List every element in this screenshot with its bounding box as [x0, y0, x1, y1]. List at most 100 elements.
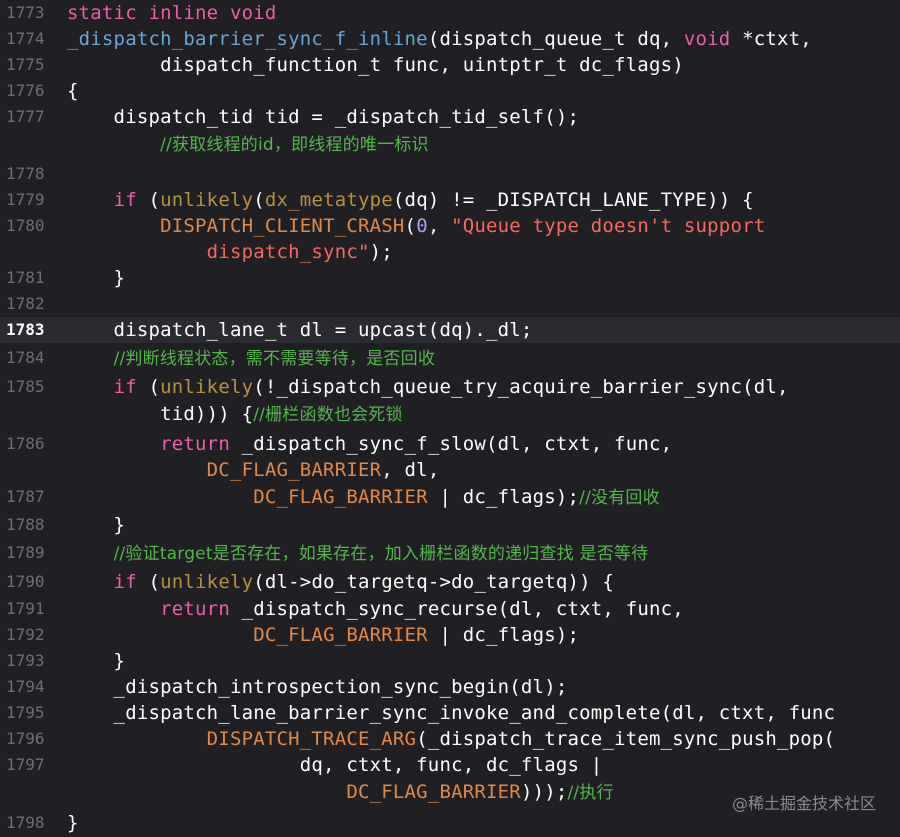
code-token: unlikely [160, 189, 254, 211]
code-line-1781[interactable]: 1781 } [0, 265, 900, 291]
code-line-1797[interactable]: 1797 dq, ctxt, func, dc_flags | [0, 752, 900, 778]
code-line-1774[interactable]: 1774 _dispatch_barrier_sync_f_inline(disp… [0, 26, 900, 52]
line-code: } [67, 513, 125, 537]
code-token: | dc_flags); [427, 624, 580, 646]
code-line-1785[interactable]: 1785 if (unlikely(!_dispatch_queue_try_a… [0, 374, 900, 400]
line-number: 1782 [6, 294, 45, 313]
code-line-1792[interactable]: 1792 DC_FLAG_BARRIER | dc_flags); [0, 622, 900, 648]
line-code: //验证target是否存在，如果存在，加入栅栏函数的递归查找 是否等待 [67, 541, 649, 566]
code-line-1777[interactable]: 1777 dispatch_tid tid = _dispatch_tid_se… [0, 104, 900, 130]
line-number: 1797 [6, 755, 45, 774]
code-line-1784[interactable]: 1784 //判断线程状态，需不需要等待，是否回收 [0, 345, 900, 371]
code-line-1783[interactable]: 1783 dispatch_lane_t dl = upcast(dq)._dl… [0, 317, 900, 343]
line-code: //获取线程的id，即线程的唯一标识 [67, 132, 429, 157]
line-code: DISPATCH_CLIENT_CRASH(0, "Queue type doe… [67, 214, 765, 238]
line-number: 1794 [6, 677, 45, 696]
code-token: _dispatch_sync_recurse(dl, ctxt, func, [229, 598, 684, 620]
code-line-1782[interactable]: 1782 [0, 291, 900, 317]
code-token: void [683, 28, 731, 50]
code-comment: //验证target是否存在，如果存在，加入栅栏函数的递归查找 是否等待 [113, 544, 649, 564]
code-token: DISPATCH_TRACE_ARG [206, 728, 417, 750]
line-number: 1781 [6, 268, 45, 287]
code-comment: //获取线程的id，即线程的唯一标识 [160, 135, 429, 155]
line-code: { [67, 79, 79, 103]
code-line-continuation[interactable]: tid))) {//栅栏函数也会死锁 [0, 401, 900, 427]
line-number: 1796 [6, 729, 45, 748]
line-number: 1773 [6, 3, 45, 22]
line-code: if (unlikely(dl->do_targetq->do_targetq)… [67, 570, 614, 594]
code-token: ))); [520, 781, 568, 803]
code-line-1779[interactable]: 1779 if (unlikely(dx_metatype(dq) != _DI… [0, 187, 900, 213]
line-number: 1787 [6, 487, 45, 506]
code-line-1773[interactable]: 1773 static inline void [0, 0, 900, 26]
code-token: unlikely [160, 376, 254, 398]
code-line-1775[interactable]: 1775 dispatch_function_t func, uintptr_t… [0, 52, 900, 78]
code-token: , [427, 215, 452, 237]
code-line-1795[interactable]: 1795 _dispatch_lane_barrier_sync_invoke_… [0, 700, 900, 726]
code-line-1794[interactable]: 1794 _dispatch_introspection_sync_begin(… [0, 674, 900, 700]
code-token: _dispatch_lane_barrier_sync_invoke_and_c… [67, 702, 836, 724]
code-line-1788[interactable]: 1788 } [0, 512, 900, 538]
code-token: unlikely [160, 571, 254, 593]
line-code: if (unlikely(dx_metatype(dq) != _DISPATC… [67, 188, 754, 212]
line-code: dispatch_lane_t dl = upcast(dq)._dl; [67, 318, 533, 342]
line-number: 1776 [6, 81, 45, 100]
line-code: return _dispatch_sync_f_slow(dl, ctxt, f… [67, 432, 672, 456]
code-line-1796[interactable]: 1796 DISPATCH_TRACE_ARG(_dispatch_trace_… [0, 726, 900, 752]
code-token: DC_FLAG_BARRIER [346, 781, 521, 803]
code-token: dispatch_sync" [206, 241, 370, 263]
line-number: 1790 [6, 572, 45, 591]
code-line-1793[interactable]: 1793 } [0, 648, 900, 674]
line-code: dispatch_sync"); [67, 240, 393, 264]
line-number: 1789 [6, 543, 45, 562]
code-line-1776[interactable]: 1776 { [0, 78, 900, 104]
code-token: DISPATCH_CLIENT_CRASH [160, 215, 405, 237]
line-number: 1774 [6, 29, 45, 48]
code-line-1789[interactable]: 1789 //验证target是否存在，如果存在，加入栅栏函数的递归查找 是否等… [0, 540, 900, 566]
line-code: DC_FLAG_BARRIER | dc_flags); [67, 623, 579, 647]
code-line-1780[interactable]: 1780 DISPATCH_CLIENT_CRASH(0, "Queue typ… [0, 213, 900, 239]
line-number: 1791 [6, 599, 45, 618]
code-token: *ctxt, [730, 28, 812, 50]
code-token: ); [369, 241, 393, 263]
line-code: dispatch_tid tid = _dispatch_tid_self(); [67, 105, 579, 129]
code-token: (!_dispatch_queue_try_acquire_barrier_sy… [253, 376, 789, 398]
line-number: 1793 [6, 651, 45, 670]
code-line-continuation[interactable]: DC_FLAG_BARRIER, dl, [0, 457, 900, 483]
line-code: } [67, 649, 125, 673]
code-line-continuation[interactable]: //获取线程的id，即线程的唯一标识 [0, 131, 900, 157]
line-number: 1778 [6, 164, 45, 183]
line-number: 1785 [6, 377, 45, 396]
code-line-1778[interactable]: 1778 [0, 161, 900, 187]
code-line-1790[interactable]: 1790 if (unlikely(dl->do_targetq->do_tar… [0, 569, 900, 595]
line-number: 1798 [6, 813, 45, 832]
code-editor[interactable]: 1773 static inline void 1774 _dispatch_barr… [0, 0, 900, 837]
code-token: (dq) != _DISPATCH_LANE_TYPE)) { [392, 189, 754, 211]
code-token: ( [136, 571, 161, 593]
line-number: 1784 [6, 348, 45, 367]
line-number: 1783 [6, 320, 45, 339]
code-line-continuation[interactable]: dispatch_sync"); [0, 239, 900, 265]
code-token: DC_FLAG_BARRIER [253, 624, 428, 646]
code-token: "Queue type doesn't support [451, 215, 766, 237]
code-line-1787[interactable]: 1787 DC_FLAG_BARRIER | dc_flags);//没有回收 [0, 484, 900, 510]
code-token: _dispatch_introspection_sync_begin(dl); [67, 676, 568, 698]
line-code: if (unlikely(!_dispatch_queue_try_acquir… [67, 375, 789, 399]
code-token: if [113, 376, 137, 398]
code-token: _dispatch_sync_f_slow(dl, ctxt, func, [229, 433, 673, 455]
code-line-1791[interactable]: 1791 return _dispatch_sync_recurse(dl, c… [0, 596, 900, 622]
code-comment: //执行 [567, 783, 614, 803]
code-token: tid))) { [67, 403, 254, 425]
code-token: (dl->do_targetq->do_targetq)) { [253, 571, 615, 593]
code-token: ( [404, 215, 417, 237]
code-line-1786[interactable]: 1786 return _dispatch_sync_f_slow(dl, ct… [0, 431, 900, 457]
line-number: 1777 [6, 107, 45, 126]
code-comment: //没有回收 [579, 488, 660, 508]
code-token: } [67, 514, 126, 536]
line-number: 1795 [6, 703, 45, 722]
